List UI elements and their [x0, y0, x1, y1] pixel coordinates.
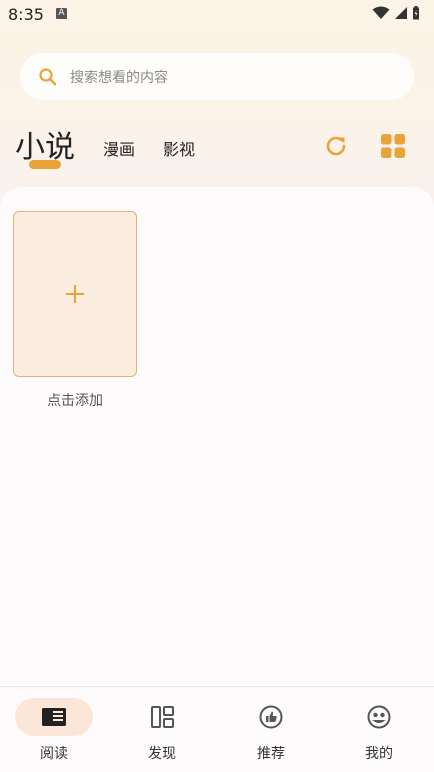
search-placeholder: 搜索想看的内容	[70, 69, 168, 86]
category-tabs: 小说 漫画 影视	[0, 118, 434, 178]
book-icon	[42, 708, 66, 726]
nav-item-read[interactable]: 阅读	[0, 687, 108, 772]
refresh-icon[interactable]	[322, 132, 350, 160]
nav-label-recommend: 推荐	[257, 746, 285, 762]
profile-face-icon	[367, 705, 391, 729]
status-time: 8:35	[8, 5, 44, 24]
tab-manga[interactable]: 漫画	[103, 136, 135, 160]
nav-item-recommend[interactable]: 推荐	[217, 687, 325, 772]
search-icon	[39, 67, 57, 85]
thumbs-up-icon	[259, 705, 283, 729]
bottom-navigation: 阅读 发现 推荐 我的	[0, 686, 434, 772]
discover-layout-icon	[151, 706, 174, 728]
bookshelf-area: 点击添加	[0, 187, 434, 687]
search-bar[interactable]: 搜索想看的内容	[20, 53, 414, 100]
status-notification-icon: A	[56, 8, 67, 19]
nav-label-discover: 发现	[148, 746, 176, 762]
nav-label-mine: 我的	[365, 746, 393, 762]
wifi-icon	[372, 6, 390, 19]
status-bar: 8:35 A	[0, 0, 434, 30]
nav-item-mine[interactable]: 我的	[325, 687, 433, 772]
add-book-label: 点击添加	[47, 393, 103, 409]
add-book-card[interactable]	[13, 211, 137, 377]
nav-item-discover[interactable]: 发现	[108, 687, 216, 772]
nav-label-read: 阅读	[40, 746, 68, 762]
plus-icon	[66, 285, 84, 303]
signal-icon	[395, 7, 407, 19]
battery-icon	[413, 6, 419, 20]
grid-view-icon[interactable]	[380, 133, 406, 159]
tab-active-indicator	[29, 160, 61, 169]
status-icons	[372, 6, 420, 20]
tab-video[interactable]: 影视	[163, 136, 195, 160]
